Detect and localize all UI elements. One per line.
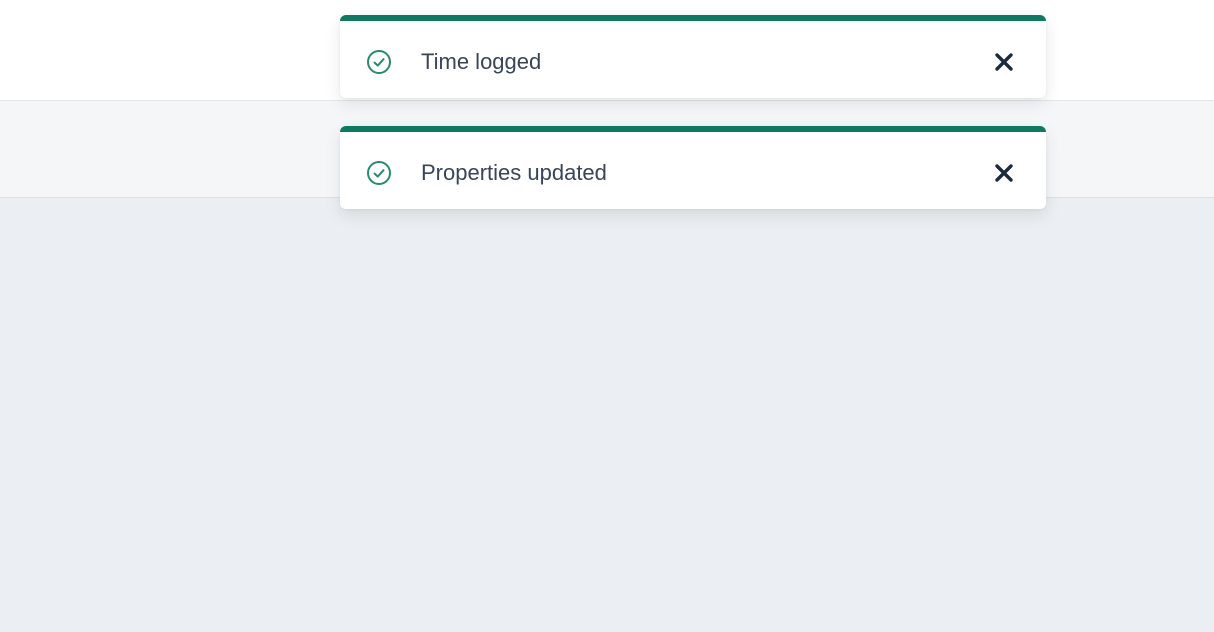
toast-message: Time logged [421, 49, 542, 74]
toast-stack: Time logged Properties updated [340, 15, 1046, 237]
toast-time-logged: Time logged [340, 15, 1046, 98]
toast-properties-updated: Properties updated [340, 126, 1046, 209]
check-circle-icon [367, 161, 391, 185]
toast-message: Properties updated [421, 160, 607, 185]
main-content [0, 198, 1214, 632]
close-icon[interactable] [992, 161, 1016, 185]
check-circle-icon [367, 50, 391, 74]
close-icon[interactable] [992, 50, 1016, 74]
app-page: Time logged Properties updated [0, 0, 1214, 632]
